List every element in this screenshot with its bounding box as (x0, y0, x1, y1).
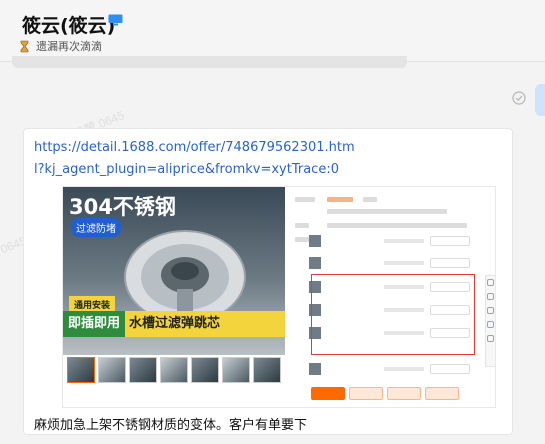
status-row: 遗漏再次滴滴 (18, 38, 102, 54)
chat-header: 筱云(筱云) 遗漏再次滴滴 (0, 0, 545, 62)
message-card[interactable]: https://detail.1688.com/offer/7486795623… (23, 128, 513, 435)
spec-label (295, 197, 315, 202)
thumbnail[interactable] (160, 357, 188, 383)
tool-icon[interactable] (487, 293, 494, 300)
spec-value (327, 223, 467, 228)
order-buttons (311, 387, 459, 400)
previous-message-bubble (12, 56, 407, 68)
thumbnail[interactable] (129, 357, 157, 383)
sku-option-row[interactable] (309, 359, 484, 379)
cart-button[interactable] (349, 387, 383, 400)
own-message-bubble[interactable] (535, 84, 545, 116)
spec-value (363, 197, 377, 202)
thumbnail[interactable] (98, 357, 126, 383)
spec-label (295, 237, 309, 242)
product-screenshot[interactable]: 304不锈钢 过滤防堵 通用安装 即插即用 水槽过滤弹跳芯 (62, 186, 496, 408)
highlight-box (311, 274, 475, 355)
thumbnail[interactable] (222, 357, 250, 383)
sku-selection-panel (291, 187, 495, 407)
product-main-image: 304不锈钢 过滤防堵 通用安装 即插即用 水槽过滤弹跳芯 (63, 187, 285, 355)
sku-option-row[interactable] (309, 253, 484, 273)
side-toolbar (485, 275, 495, 367)
message-caption: 麻烦加急上架不锈钢材质的变体。客户有单要下 (34, 418, 308, 433)
tool-icon[interactable] (487, 307, 494, 314)
thumbnail[interactable] (191, 357, 219, 383)
thumbnail[interactable] (253, 357, 281, 383)
spec-value (327, 209, 447, 214)
tool-icon[interactable] (487, 321, 494, 328)
tool-icon[interactable] (487, 279, 494, 286)
order-button[interactable] (311, 387, 345, 400)
spec-label (295, 223, 309, 228)
status-text: 遗漏再次滴滴 (36, 40, 102, 53)
product-image-banner-text: 水槽过滤弹跳芯 (129, 316, 221, 331)
product-image-banner-label: 即插即用 (63, 311, 125, 337)
offer-link[interactable]: https://detail.1688.com/offer/7486795623… (34, 137, 364, 181)
spec-value (327, 197, 353, 202)
read-status-icon (512, 91, 526, 105)
product-image-title: 304不锈钢 (69, 195, 176, 219)
tool-icon[interactable] (487, 335, 494, 342)
thumbnail[interactable] (67, 357, 95, 383)
secondary-button[interactable] (387, 387, 421, 400)
monitor-icon (108, 14, 123, 26)
sku-option-row[interactable] (309, 231, 484, 251)
thumbnail-strip (63, 357, 285, 385)
hourglass-icon (20, 40, 29, 52)
contact-name[interactable]: 筱云(筱云) (22, 11, 115, 38)
secondary-button[interactable] (425, 387, 459, 400)
